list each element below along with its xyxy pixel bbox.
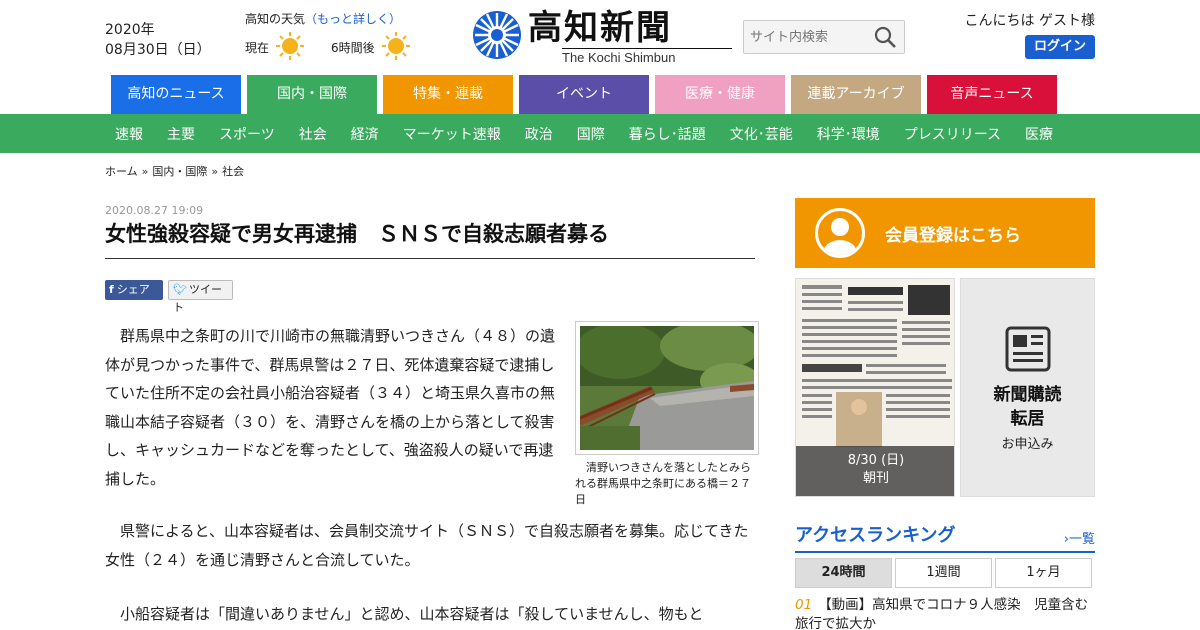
greeting-text: こんにちは ゲスト様 [964, 13, 1095, 29]
category-tab[interactable]: 特集・連載 [383, 75, 513, 114]
ranking-headline: 【動画】高知県でコロナ９人感染 児童含む 旅行で拡大か [795, 597, 1102, 630]
member-registration-banner[interactable]: 会員登録はこちら [795, 198, 1095, 268]
photo-caption: 清野いつきさんを落としたとみられる群馬県中之条町にある橋＝２７日 [575, 461, 751, 506]
category-tab[interactable]: イベント [519, 75, 649, 114]
twitter-icon: 🐦︎ [173, 283, 187, 296]
todays-paper[interactable]: 8/30 (日) 朝刊 [795, 278, 955, 497]
sun-icon [381, 31, 411, 64]
article-title: 女性強殺容疑で男女再逮捕 ＳＮＳで自殺志願者募る [105, 220, 755, 259]
weather-more-link[interactable]: （もっと詳しく） [305, 12, 401, 26]
current-date: 2020年 08月30日（日） [105, 20, 211, 60]
ranking-header: アクセスランキング ›一覧 [795, 521, 1095, 553]
paper-edition-overlay: 8/30 (日) 朝刊 [796, 446, 954, 496]
article-paragraph-1: 群馬県中之条町の川で川崎市の無職清野いつきさん（４８）の遺体が見つかった事件で、… [105, 327, 556, 488]
facebook-icon: f [109, 283, 114, 296]
article-date: 2020.08.27 19:09 [105, 204, 204, 217]
sub-navigation: 速報 主要 スポーツ 社会 経済 マーケット速報 政治 国際 暮らし･話題 文化･芸能 科学･環境 プ… [0, 114, 1200, 153]
ranking-more-label: 一覧 [1068, 532, 1095, 547]
weather-title: 高知の天気 [245, 12, 306, 26]
site-logo[interactable]: 高知新聞 The Kochi Shimbun [470, 8, 732, 65]
category-tab[interactable]: 国内・国際 [247, 75, 377, 114]
category-tab[interactable]: 医療・健康 [655, 75, 785, 114]
subnav-item[interactable]: 速報 [115, 124, 143, 144]
subnav-item[interactable]: スポーツ [219, 124, 275, 144]
twitter-share-button[interactable]: 🐦︎ ツイート [168, 280, 233, 314]
date-year: 2020年 [105, 22, 155, 38]
breadcrumb-home[interactable]: ホーム [105, 163, 138, 179]
logo-wordmark: 高知新聞 [528, 8, 672, 48]
login-button[interactable]: ログイン [1025, 35, 1095, 59]
subscription-title-line1: 新聞購読 [993, 385, 1062, 405]
weather-later-label: 6時間後 [331, 41, 375, 55]
ranking-number: 01 [795, 597, 813, 613]
subscription-title: 新聞購読 転居 [961, 383, 1094, 431]
subnav-item[interactable]: 暮らし･話題 [629, 124, 706, 144]
subnav-item[interactable]: 社会 [299, 124, 327, 144]
site-search [743, 20, 905, 54]
category-tabs: 高知のニュース 国内・国際 特集・連載 イベント 医療・健康 連載アーカイブ 音声ニュース [111, 75, 1063, 114]
paper-edition: 朝刊 [862, 471, 889, 486]
category-tab[interactable]: 連載アーカイブ [791, 75, 921, 114]
article-photo[interactable] [575, 321, 760, 455]
share-buttons: f シェア 🐦︎ ツイート [105, 280, 233, 314]
breadcrumb: ホーム » 国内・国際 » 社会 [105, 163, 244, 179]
facebook-share-button[interactable]: f シェア [105, 280, 163, 300]
newspaper-icon [1005, 326, 1051, 372]
article-paragraph-3: 小船容疑者は「間違いありません」と認め、山本容疑者は「殺していませんし、物もと [105, 605, 704, 623]
ranking-title: アクセスランキング [795, 525, 956, 546]
subscription-banner[interactable]: 新聞購読 転居 お申込み [960, 278, 1095, 497]
subscription-title-line2: 転居 [1010, 409, 1045, 429]
ranking-item[interactable]: 01 【動画】高知県でコロナ９人感染 児童含む 旅行で拡大か [795, 596, 1102, 630]
user-avatar-icon [815, 208, 865, 258]
sun-icon [275, 31, 305, 64]
subnav-item[interactable]: 科学･環境 [817, 124, 880, 144]
search-icon[interactable] [874, 26, 896, 48]
subnav-item[interactable]: マーケット速報 [403, 124, 501, 144]
ranking-tab-month[interactable]: 1ヶ月 [995, 558, 1092, 588]
bridge-photo [575, 321, 760, 450]
ranking-tabs: 24時間 1週間 1ヶ月 [795, 558, 1095, 588]
ranking-tab-24h[interactable]: 24時間 [795, 558, 892, 588]
subnav-item[interactable]: 国際 [577, 124, 605, 144]
category-tab[interactable]: 高知のニュース [111, 75, 241, 114]
subnav-item[interactable]: 文化･芸能 [730, 124, 793, 144]
site-header: 2020年 08月30日（日） 高知の天気（もっと詳しく） 現在 6時間後 高知… [0, 0, 1200, 75]
subscription-subtitle: お申込み [1001, 437, 1054, 452]
breadcrumb-category[interactable]: 社会 [222, 163, 244, 179]
subnav-item[interactable]: 政治 [525, 124, 553, 144]
member-registration-label: 会員登録はこちら [885, 225, 1021, 246]
facebook-share-label: シェア [116, 283, 150, 296]
chevron-right-icon: » [211, 164, 219, 178]
subnav-item[interactable]: プレスリリース [904, 124, 1001, 144]
ranking-more-link[interactable]: ›一覧 [1064, 528, 1095, 547]
search-input[interactable] [744, 21, 864, 53]
logo-emblem-icon [473, 11, 521, 59]
ranking-tab-week[interactable]: 1週間 [895, 558, 992, 588]
category-tab[interactable]: 音声ニュース [927, 75, 1057, 114]
subnav-item[interactable]: 医療 [1025, 124, 1053, 144]
logo-subtitle: The Kochi Shimbun [562, 48, 732, 65]
breadcrumb-section[interactable]: 国内・国際 [152, 163, 207, 179]
weather-widget: 高知の天気（もっと詳しく） 現在 6時間後 [245, 10, 437, 64]
article-paragraph-2: 県警によると、山本容疑者は、会員制交流サイト（ＳＮＳ）で自殺志願者を募集。応じて… [105, 522, 749, 569]
paper-date: 8/30 (日) [847, 453, 905, 468]
subnav-item[interactable]: 経済 [351, 124, 379, 144]
subnav-item[interactable]: 主要 [167, 124, 195, 144]
date-day: 08月30日（日） [105, 42, 211, 58]
chevron-right-icon: » [141, 164, 149, 178]
weather-now-label: 現在 [245, 41, 270, 55]
